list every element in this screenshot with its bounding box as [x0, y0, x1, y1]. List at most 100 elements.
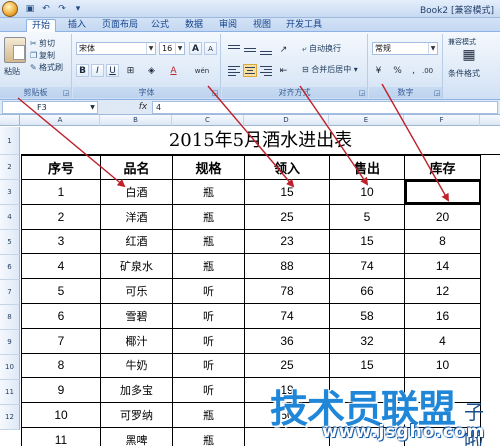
table-cell[interactable]: 洋酒 — [100, 203, 173, 230]
merge-center-button[interactable]: ⊟ 合并后居中 ▾ — [302, 64, 358, 76]
office-button[interactable] — [2, 1, 18, 17]
paste-button[interactable]: 粘贴 — [4, 66, 20, 77]
table-cell[interactable]: 瓶 — [172, 228, 245, 255]
align-left-icon[interactable] — [227, 64, 241, 77]
conditional-format-button[interactable]: 条件格式 — [448, 68, 480, 80]
tab-formulas[interactable]: 公式 — [146, 19, 174, 32]
table-cell[interactable]: 88 — [244, 253, 330, 280]
table-cell[interactable]: 可罗纳 — [100, 402, 173, 428]
table-cell[interactable]: 矿泉水 — [100, 253, 173, 280]
table-cell[interactable]: 听 — [172, 352, 245, 379]
table-cell[interactable]: 14 — [404, 253, 481, 280]
formula-input[interactable]: 4 — [152, 101, 498, 114]
table-cell[interactable]: 23 — [244, 228, 330, 255]
borders-icon[interactable]: ⊞ — [124, 64, 137, 77]
row-header[interactable]: 5 — [0, 230, 20, 255]
align-middle-icon[interactable] — [243, 43, 257, 56]
paste-icon[interactable] — [4, 37, 26, 63]
font-color-button[interactable]: A — [167, 64, 180, 77]
bold-button[interactable]: B — [76, 64, 89, 77]
table-cell[interactable]: 8 — [404, 228, 481, 255]
table-cell[interactable]: 听 — [172, 302, 245, 329]
table-cell[interactable]: 74 — [244, 302, 330, 329]
table-cell[interactable]: 白酒 — [100, 179, 173, 205]
wrap-text-button[interactable]: ⤶ 自动换行 — [302, 43, 341, 55]
table-cell[interactable]: 15 — [244, 179, 330, 205]
cut-button[interactable]: ✂ 剪切 — [30, 38, 55, 49]
table-cell[interactable]: 3 — [21, 228, 101, 255]
column-header-f[interactable]: F — [404, 115, 480, 126]
table-cell[interactable]: 58 — [329, 302, 405, 329]
row-header[interactable]: 11 — [0, 380, 20, 405]
row-header[interactable]: 7 — [0, 280, 20, 305]
row-header[interactable]: 2 — [0, 155, 20, 180]
table-cell[interactable]: 10 — [404, 352, 481, 379]
header-cell[interactable]: 品名 — [100, 155, 173, 180]
column-header-c[interactable]: C — [172, 115, 244, 126]
grow-font-button[interactable]: A — [189, 42, 202, 55]
tab-page-layout[interactable]: 页面布局 — [98, 19, 142, 32]
tab-view[interactable]: 视图 — [248, 19, 276, 32]
fill-color-icon[interactable]: ◈ — [145, 64, 158, 77]
table-cell[interactable]: 12 — [404, 278, 481, 304]
table-cell[interactable]: 78 — [244, 278, 330, 304]
align-right-icon[interactable] — [259, 64, 273, 77]
table-cell[interactable]: 红酒 — [100, 228, 173, 255]
table-cell[interactable]: 10 — [329, 179, 405, 205]
copy-button[interactable]: ❐ 复制 — [30, 50, 55, 61]
row-header[interactable]: 8 — [0, 305, 20, 330]
table-cell[interactable]: 听 — [172, 278, 245, 304]
table-cell[interactable]: 36 — [244, 327, 330, 354]
underline-button[interactable]: U — [106, 64, 119, 77]
table-cell[interactable]: 瓶 — [172, 402, 245, 428]
table-cell[interactable]: 25 — [244, 203, 330, 230]
tab-home[interactable]: 开始 — [26, 19, 56, 32]
table-cell[interactable]: 瓶 — [172, 203, 245, 230]
header-cell[interactable]: 领入 — [244, 155, 330, 180]
tab-review[interactable]: 审阅 — [214, 19, 242, 32]
redo-icon[interactable]: ↷ — [56, 3, 68, 15]
table-cell[interactable]: 5 — [21, 278, 101, 304]
table-cell[interactable]: 黑啤 — [100, 426, 173, 446]
table-cell[interactable]: 9 — [21, 377, 101, 404]
column-header-d[interactable]: D — [244, 115, 329, 126]
table-cell[interactable]: 2 — [21, 203, 101, 230]
row-header[interactable]: 10 — [0, 355, 20, 380]
table-cell[interactable]: 椰汁 — [100, 327, 173, 354]
table-cell[interactable]: 加多宝 — [100, 377, 173, 404]
save-icon[interactable]: ▣ — [24, 3, 36, 15]
align-top-icon[interactable] — [227, 43, 241, 56]
row-header[interactable]: 9 — [0, 330, 20, 355]
number-format-select[interactable]: 常规 ▼ — [372, 42, 438, 55]
font-launcher-icon[interactable]: ◲ — [211, 89, 219, 97]
select-all-corner[interactable] — [0, 115, 20, 126]
table-cell[interactable]: 10 — [21, 402, 101, 428]
table-cell[interactable]: 5 — [329, 203, 405, 230]
selected-cell[interactable] — [404, 179, 481, 205]
indent-icon[interactable]: ⇤ — [277, 64, 290, 77]
table-cell[interactable]: 15 — [329, 352, 405, 379]
percent-button[interactable]: % — [391, 64, 404, 77]
alignment-launcher-icon[interactable]: ◲ — [358, 89, 366, 97]
table-cell[interactable]: 20 — [404, 203, 481, 230]
qat-dropdown-icon[interactable]: ▾ — [72, 3, 84, 15]
table-cell[interactable]: 4 — [21, 253, 101, 280]
shrink-font-button[interactable]: A — [204, 42, 217, 55]
table-cell[interactable]: 雪碧 — [100, 302, 173, 329]
table-cell[interactable]: 11 — [21, 426, 101, 446]
orientation-icon[interactable]: ↗ — [277, 43, 290, 56]
table-cell[interactable]: 听 — [172, 377, 245, 404]
tab-developer[interactable]: 开发工具 — [282, 19, 326, 32]
name-box[interactable]: F3 ▼ — [2, 101, 98, 114]
number-launcher-icon[interactable]: ◲ — [433, 89, 441, 97]
sheet-title-cell[interactable]: 2015年5月酒水进出表 — [21, 127, 500, 155]
align-center-icon[interactable] — [243, 64, 257, 77]
table-cell[interactable]: 听 — [172, 327, 245, 354]
clipboard-launcher-icon[interactable]: ◲ — [62, 89, 70, 97]
table-cell[interactable]: 牛奶 — [100, 352, 173, 379]
row-header[interactable]: 3 — [0, 180, 20, 205]
currency-icon[interactable]: ¥ — [372, 64, 385, 77]
table-cell[interactable]: 74 — [329, 253, 405, 280]
header-cell[interactable]: 售出 — [329, 155, 405, 180]
comma-button[interactable]: , — [407, 64, 420, 77]
